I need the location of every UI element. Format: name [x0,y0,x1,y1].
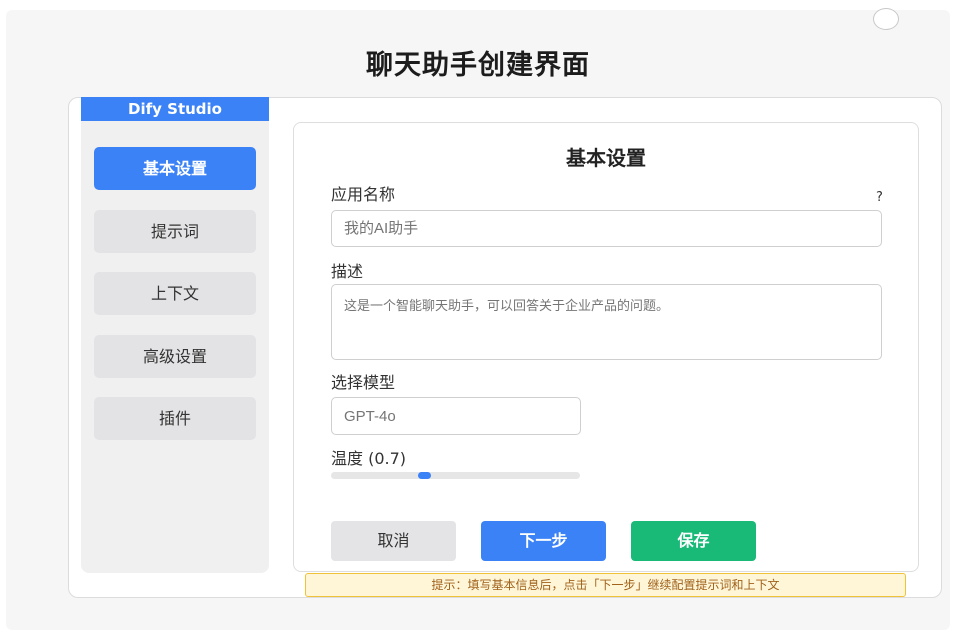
tip-banner: 提示：填写基本信息后，点击「下一步」继续配置提示词和上下文 [305,573,906,597]
app-name-label: 应用名称 [331,185,396,204]
save-button[interactable]: 保存 [631,521,756,561]
sidebar-item-context[interactable]: 上下文 [94,272,256,315]
circle-icon[interactable] [873,8,899,30]
temperature-label: 温度 (0.7) [331,449,407,468]
model-label: 选择模型 [331,373,396,392]
sidebar-item-plugins[interactable]: 插件 [94,397,256,440]
temperature-slider-track[interactable] [331,472,580,479]
brand-label: Dify Studio [81,97,269,121]
sidebar-item-prompt[interactable]: 提示词 [94,210,256,253]
panel-title: 基本设置 [566,146,646,170]
temperature-slider-thumb[interactable] [418,472,431,479]
description-textarea[interactable] [331,284,882,360]
app-name-input[interactable] [331,210,882,247]
cancel-button[interactable]: 取消 [331,521,456,561]
description-label: 描述 [331,262,364,281]
page-title: 聊天助手创建界面 [366,50,590,81]
sidebar-item-advanced-settings[interactable]: 高级设置 [94,335,256,378]
model-select[interactable] [331,397,581,435]
help-icon[interactable]: ? [876,190,883,205]
next-button[interactable]: 下一步 [481,521,606,561]
